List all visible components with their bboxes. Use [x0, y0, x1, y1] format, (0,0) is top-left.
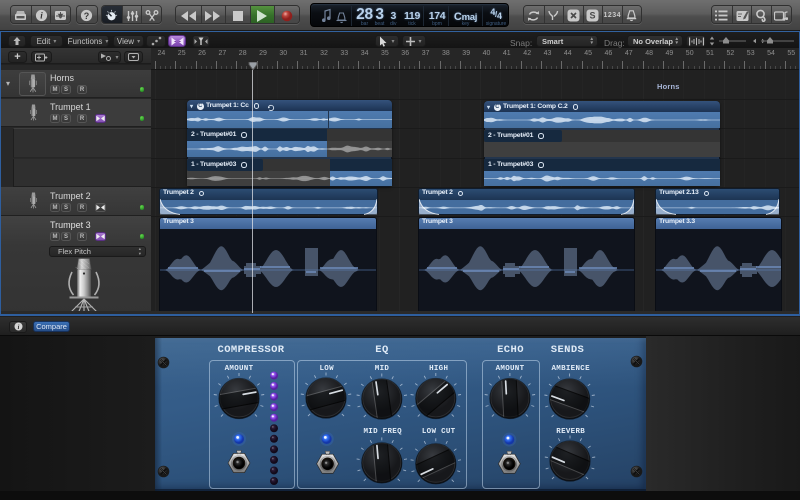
svg-text:S: S: [590, 11, 596, 21]
svg-text:i: i: [17, 324, 19, 331]
svg-text:?: ?: [84, 11, 90, 21]
